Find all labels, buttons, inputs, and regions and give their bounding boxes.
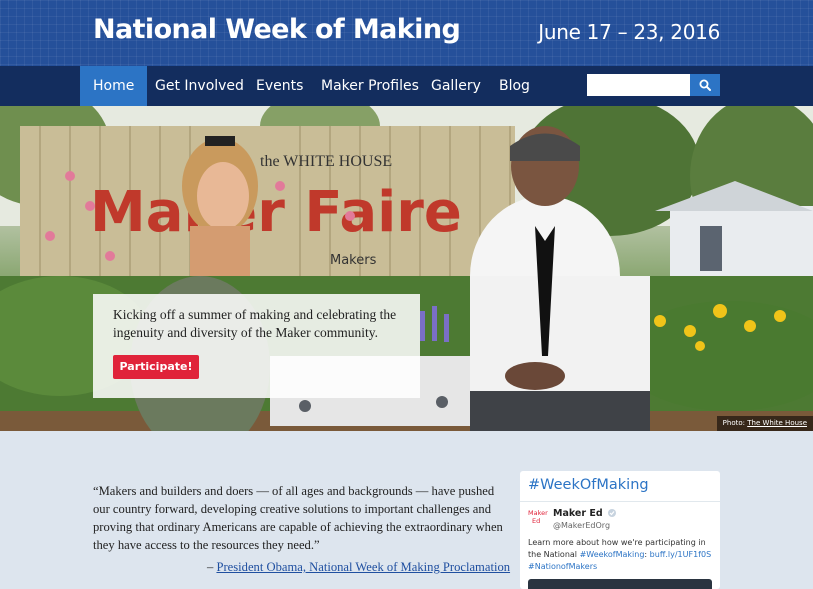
sign-bottom-text: Makers <box>330 253 377 268</box>
site-title[interactable]: National Week of Making <box>93 14 461 45</box>
tweet-author-name-text: Maker Ed <box>553 508 603 519</box>
tweet-hashtag-link[interactable]: #WeekofMaking <box>580 550 645 559</box>
tweet-url-link[interactable]: buff.ly/1UF1f0S <box>650 550 711 559</box>
photo-credit: Photo: The White House <box>716 416 813 431</box>
proclamation-quote: “Makers and builders and doers — of all … <box>93 484 503 552</box>
hero-message: Kicking off a summer of making and celeb… <box>113 307 397 340</box>
nav-item-get-involved[interactable]: Get Involved <box>155 66 244 106</box>
avatar[interactable]: Maker Ed <box>528 509 548 529</box>
participate-button[interactable]: Participate! <box>113 355 199 379</box>
photo-credit-link[interactable]: The White House <box>747 419 807 427</box>
twitter-hashtag-title[interactable]: #WeekOfMaking <box>528 477 649 493</box>
tweet-author-name[interactable]: Maker Ed <box>553 508 616 519</box>
search-input[interactable] <box>587 74 690 96</box>
event-dates: June 17 – 23, 2016 <box>538 20 720 44</box>
twitter-widget: #WeekOfMaking Maker Ed Maker Ed @MakerEdO… <box>520 471 720 589</box>
photo-credit-prefix: Photo: <box>722 419 748 427</box>
search-button[interactable] <box>690 74 720 96</box>
twitter-divider <box>520 501 720 502</box>
quote-attribution: – President Obama, National Week of Maki… <box>207 560 510 575</box>
nav-item-blog[interactable]: Blog <box>499 66 530 106</box>
nav-item-maker-profiles[interactable]: Maker Profiles <box>321 66 419 106</box>
avatar-line-1: Maker <box>528 509 548 517</box>
hero-callout: Kicking off a summer of making and celeb… <box>93 294 420 398</box>
nav-item-home[interactable]: Home <box>80 66 148 106</box>
tweet-media[interactable] <box>528 579 712 589</box>
nav-item-gallery[interactable]: Gallery <box>431 66 481 106</box>
verified-icon <box>607 509 616 517</box>
search-icon <box>699 79 711 91</box>
site-header: National Week of Making June 17 – 23, 20… <box>0 0 813 66</box>
avatar-line-2: Ed <box>532 517 541 525</box>
nav-item-events[interactable]: Events <box>256 66 303 106</box>
sign-main-text: Maker Faire <box>90 180 462 245</box>
proclamation-link[interactable]: President Obama, National Week of Making… <box>216 560 510 574</box>
sign-top-text: the WHITE HOUSE <box>260 153 392 170</box>
tweet-author-handle[interactable]: @MakerEdOrg <box>553 521 610 530</box>
tweet-body: Learn more about how we're participating… <box>528 537 714 573</box>
tweet-hashtag-link-2[interactable]: #NationofMakers <box>528 562 597 571</box>
